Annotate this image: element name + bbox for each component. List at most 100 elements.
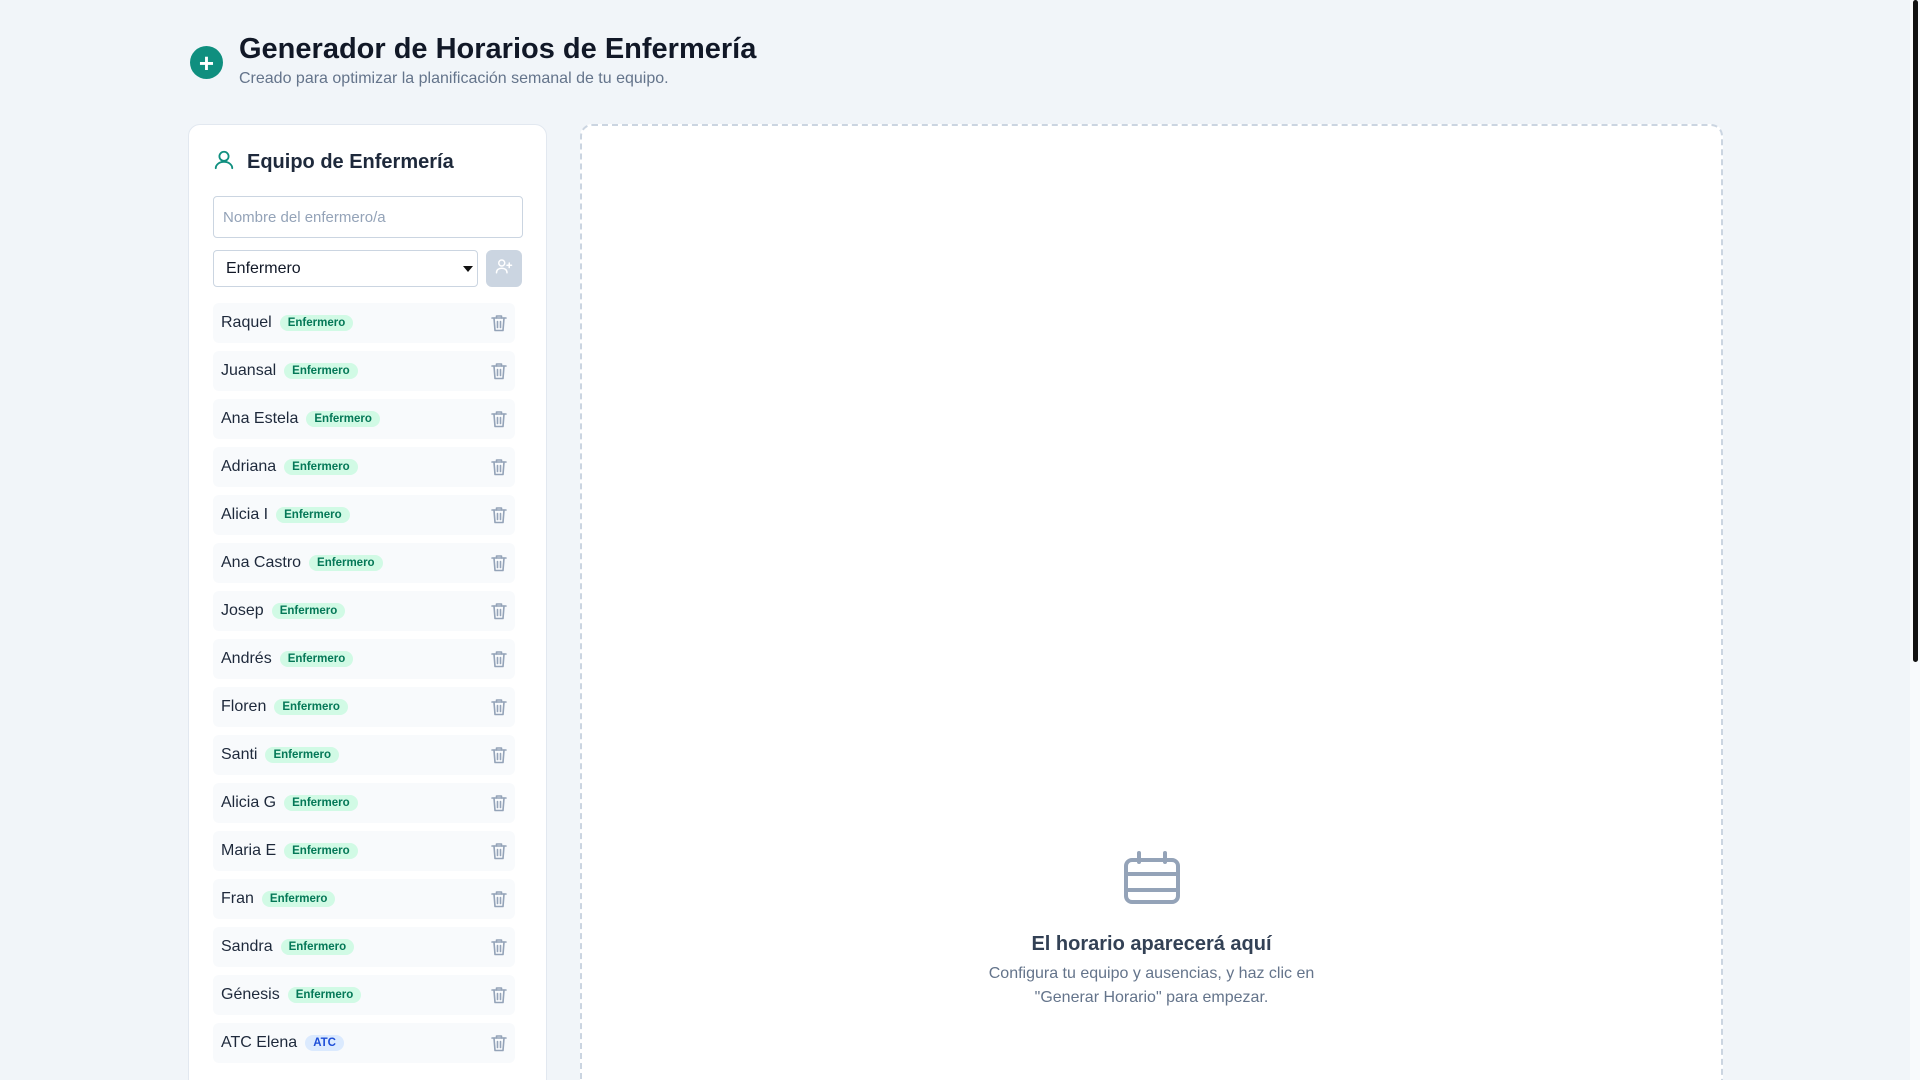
nurse-name-input[interactable]: [213, 196, 523, 238]
nurse-name: ATC Elena: [221, 1034, 298, 1051]
nurse-info: Andrés Enfermero: [221, 650, 354, 668]
trash-icon[interactable]: [491, 650, 507, 668]
nurse-name: Floren: [221, 698, 267, 715]
nurse-list-item: Josep Enfermero: [213, 591, 515, 631]
nurse-name: Maria E: [221, 842, 277, 859]
nurse-info: Ana Castro Enfermero: [221, 554, 383, 572]
role-badge: ATC: [305, 1035, 344, 1051]
trash-icon[interactable]: [491, 506, 507, 524]
role-select[interactable]: Enfermero: [213, 250, 479, 287]
nurse-list-item: Fran Enfermero: [213, 879, 515, 919]
trash-icon[interactable]: [491, 458, 507, 476]
nurse-list-item: ATC Elena ATC: [213, 1023, 515, 1063]
nurse-list-item: Andrés Enfermero: [213, 639, 515, 679]
chevron-down-icon: [463, 265, 474, 272]
role-badge: Enfermero: [284, 795, 358, 811]
scrollbar-thumb[interactable]: [1913, 0, 1918, 662]
trash-icon[interactable]: [491, 794, 507, 812]
nurse-info: Alicia I Enfermero: [221, 506, 350, 524]
nurse-list-item: Alicia I Enfermero: [213, 495, 515, 535]
empty-state-title: El horario aparecerá aquí: [1031, 933, 1272, 955]
team-panel-title: Equipo de Enfermería: [247, 151, 454, 173]
nurse-list-item: Alicia G Enfermero: [213, 783, 515, 823]
nurse-info: Génesis Enfermero: [221, 986, 362, 1004]
role-badge: Enfermero: [284, 363, 358, 379]
trash-icon[interactable]: [491, 746, 507, 764]
nurse-info: ATC Elena ATC: [221, 1034, 344, 1052]
nurse-info: Adriana Enfermero: [221, 458, 358, 476]
nurse-info: Ana Estela Enfermero: [221, 410, 380, 428]
role-badge: Enfermero: [274, 699, 348, 715]
nurse-name: Ana Estela: [221, 410, 299, 427]
nurse-list-item: Adriana Enfermero: [213, 447, 515, 487]
nurse-name: Sandra: [221, 938, 273, 955]
add-nurse-button[interactable]: [486, 250, 522, 287]
trash-icon[interactable]: [491, 890, 507, 908]
empty-state-description: Configura tu equipo y ausencias, y haz c…: [988, 965, 1315, 1006]
nurse-name: Génesis: [221, 986, 280, 1003]
page-title: Generador de Horarios de Enfermería: [239, 33, 757, 65]
trash-icon[interactable]: [491, 554, 507, 572]
nurse-list-item: Ana Castro Enfermero: [213, 543, 515, 583]
role-badge: Enfermero: [279, 315, 354, 331]
trash-icon[interactable]: [491, 842, 507, 860]
nurse-name: Alicia G: [221, 794, 277, 811]
trash-icon[interactable]: [491, 698, 507, 716]
nurse-info: Floren Enfermero: [221, 698, 348, 716]
nurse-name: Andrés: [221, 650, 272, 667]
page-subtitle: Creado para optimizar la planificación s…: [239, 70, 669, 87]
role-badge: Enfermero: [306, 411, 380, 427]
nurse-info: Raquel Enfermero: [221, 314, 354, 332]
nurse-info: Josep Enfermero: [221, 602, 346, 620]
nurse-list-item: Génesis Enfermero: [213, 975, 515, 1015]
nurse-list-item: Juansal Enfermero: [213, 351, 515, 391]
nurse-info: Sandra Enfermero: [221, 938, 355, 956]
team-panel: Equipo de Enfermería Enfermero Raquel Enf…: [188, 124, 547, 1080]
nurse-name: Santi: [221, 746, 258, 763]
nurse-list: Raquel Enfermero Juansal Enfermero Ana Estel…: [213, 303, 522, 1063]
nurse-name: Fran: [221, 890, 254, 907]
role-badge: Enfermero: [271, 603, 346, 619]
trash-icon[interactable]: [491, 362, 507, 380]
trash-icon[interactable]: [491, 602, 507, 620]
calendar-icon: [1121, 850, 1183, 911]
trash-icon[interactable]: [491, 986, 507, 1004]
role-badge: Enfermero: [284, 843, 358, 859]
nurse-info: Alicia G Enfermero: [221, 794, 358, 812]
empty-state: El horario aparecerá aquí Configura tu e…: [582, 850, 1721, 1010]
nurse-list-item: Ana Estela Enfermero: [213, 399, 515, 439]
nurse-name: Ana Castro: [221, 554, 302, 571]
nurse-list-item: Floren Enfermero: [213, 687, 515, 727]
trash-icon[interactable]: [491, 314, 507, 332]
nurse-info: Fran Enfermero: [221, 890, 336, 908]
nurse-info: Santi Enfermero: [221, 746, 339, 764]
nurse-list-item: Sandra Enfermero: [213, 927, 515, 967]
trash-icon[interactable]: [491, 410, 507, 428]
nurse-name: Juansal: [221, 362, 277, 379]
role-badge: Enfermero: [276, 507, 350, 523]
role-select-value: Enfermero: [226, 259, 301, 277]
trash-icon[interactable]: [491, 1034, 507, 1052]
role-badge: Enfermero: [287, 987, 362, 1003]
page-scrollbar[interactable]: [1910, 0, 1920, 1080]
role-badge: Enfermero: [280, 939, 355, 955]
role-badge: Enfermero: [284, 459, 358, 475]
plus-icon: +: [190, 46, 223, 79]
trash-icon[interactable]: [491, 938, 507, 956]
nurse-name: Alicia I: [221, 506, 269, 523]
role-badge: Enfermero: [265, 747, 339, 763]
role-badge: Enfermero: [279, 651, 354, 667]
users-icon: [213, 149, 235, 176]
team-panel-header: Equipo de Enfermería: [213, 149, 522, 176]
role-badge: Enfermero: [309, 555, 383, 571]
nurse-name: Raquel: [221, 314, 272, 331]
nurse-info: Maria E Enfermero: [221, 842, 358, 860]
app-header: + Generador de Horarios de Enfermería Cr…: [190, 30, 756, 88]
nurse-list-item: Santi Enfermero: [213, 735, 515, 775]
role-badge: Enfermero: [261, 891, 336, 907]
nurse-name: Josep: [221, 602, 264, 619]
nurse-info: Juansal Enfermero: [221, 362, 358, 380]
nurse-list-item: Raquel Enfermero: [213, 303, 515, 343]
nurse-name: Adriana: [221, 458, 277, 475]
user-plus-icon: [495, 257, 513, 280]
